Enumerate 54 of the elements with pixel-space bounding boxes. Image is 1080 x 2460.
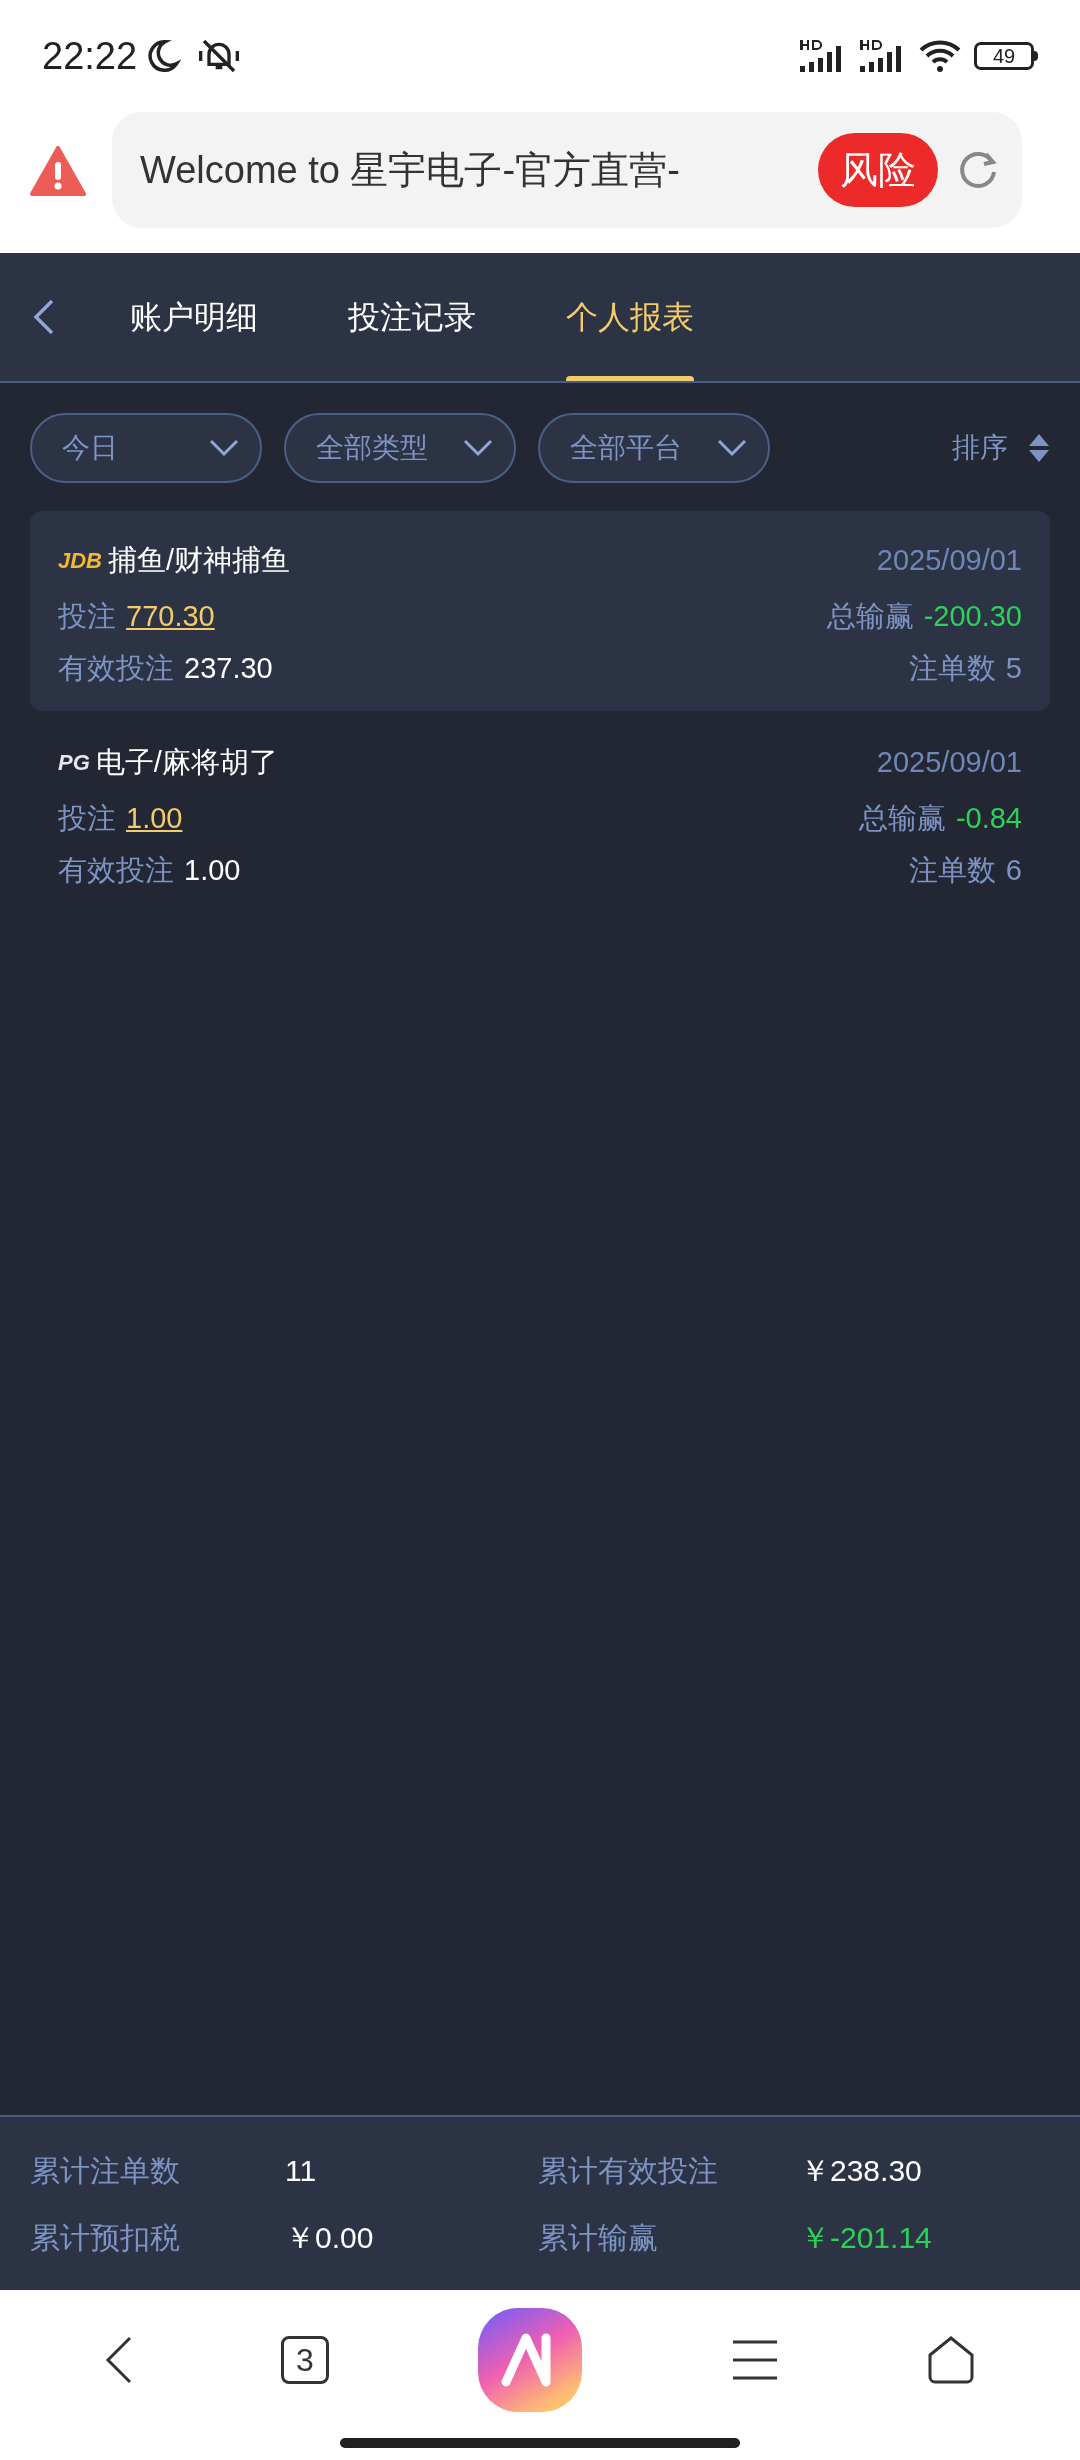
summary-value: ￥-201.14 <box>800 2219 933 2256</box>
filter-dropdown[interactable]: 全部类型 <box>284 413 516 483</box>
provider-logo: JDB <box>58 550 102 572</box>
bet-count-label: 注单数 <box>908 651 996 687</box>
risk-badge[interactable]: 风险 <box>818 133 938 207</box>
valid-bet-value: 1.00 <box>184 853 241 889</box>
sort-button[interactable]: 排序 <box>952 427 1050 469</box>
chevron-down-icon <box>208 438 240 458</box>
bet-label: 投注 <box>58 599 116 635</box>
game-name: 电子/麻将胡了 <box>95 745 278 781</box>
summary-label: 累计输赢 <box>538 2219 659 2256</box>
bet-label: 投注 <box>58 801 116 837</box>
home-icon[interactable] <box>926 2335 977 2385</box>
record-card[interactable]: JDB 捕鱼/财神捕鱼 2025/09/01 投注 770.30 总输赢 -200.30 有效投注 237.30 注单数 5 <box>30 511 1050 711</box>
back-icon[interactable] <box>32 297 56 337</box>
valid-bet-label: 有效投注 <box>58 853 174 889</box>
bet-amount-link[interactable]: 770.30 <box>126 595 215 639</box>
tab-count-button[interactable]: 3 <box>280 2336 329 2384</box>
provider-logo: PG <box>58 752 90 774</box>
battery-indicator: 49 <box>974 42 1038 70</box>
tab[interactable]: 个人报表 <box>566 253 694 381</box>
bet-amount-link[interactable]: 1.00 <box>126 797 183 841</box>
winloss-label: 总输赢 <box>826 599 914 635</box>
record-date: 2025/09/01 <box>876 543 1022 579</box>
menu-icon[interactable] <box>731 2338 780 2382</box>
address-bar[interactable]: Welcome to 星宇电子-官方直营- 风险 <box>112 112 1022 228</box>
summary-label: 累计注单数 <box>30 2152 181 2189</box>
tab[interactable]: 投注记录 <box>348 253 476 381</box>
tab[interactable]: 账户明细 <box>130 253 258 381</box>
chevron-down-icon <box>716 438 748 458</box>
summary-label: 累计预扣税 <box>30 2219 181 2256</box>
summary-label: 累计有效投注 <box>538 2152 719 2189</box>
winloss-value: -0.84 <box>955 801 1022 837</box>
valid-bet-value: 237.30 <box>184 651 273 687</box>
valid-bet-label: 有效投注 <box>58 651 174 687</box>
summary-value: ￥0.00 <box>285 2219 375 2256</box>
sort-icon <box>1028 433 1050 463</box>
bet-count-value: 5 <box>1005 651 1022 687</box>
clock-time: 22:22 <box>42 33 138 79</box>
chevron-down-icon <box>462 438 494 458</box>
bet-count-value: 6 <box>1005 853 1022 889</box>
bet-count-label: 注单数 <box>908 853 996 889</box>
warning-icon[interactable] <box>30 146 86 196</box>
winloss-label: 总输赢 <box>858 801 946 837</box>
game-name: 捕鱼/财神捕鱼 <box>108 543 291 579</box>
summary-value: ￥238.30 <box>800 2152 923 2189</box>
filter-dropdown[interactable]: 全部平台 <box>538 413 770 483</box>
record-date: 2025/09/01 <box>876 745 1022 781</box>
filter-dropdown[interactable]: 今日 <box>30 413 262 483</box>
page-title: Welcome to 星宇电子-官方直营- <box>140 147 681 193</box>
record-card[interactable]: PG 电子/麻将胡了 2025/09/01 投注 1.00 总输赢 -0.84 有效投注 1.00 注单数 6 <box>30 713 1050 913</box>
summary-value: 11 <box>285 2152 318 2189</box>
back-icon[interactable] <box>103 2335 134 2385</box>
winloss-value: -200.30 <box>923 599 1022 635</box>
